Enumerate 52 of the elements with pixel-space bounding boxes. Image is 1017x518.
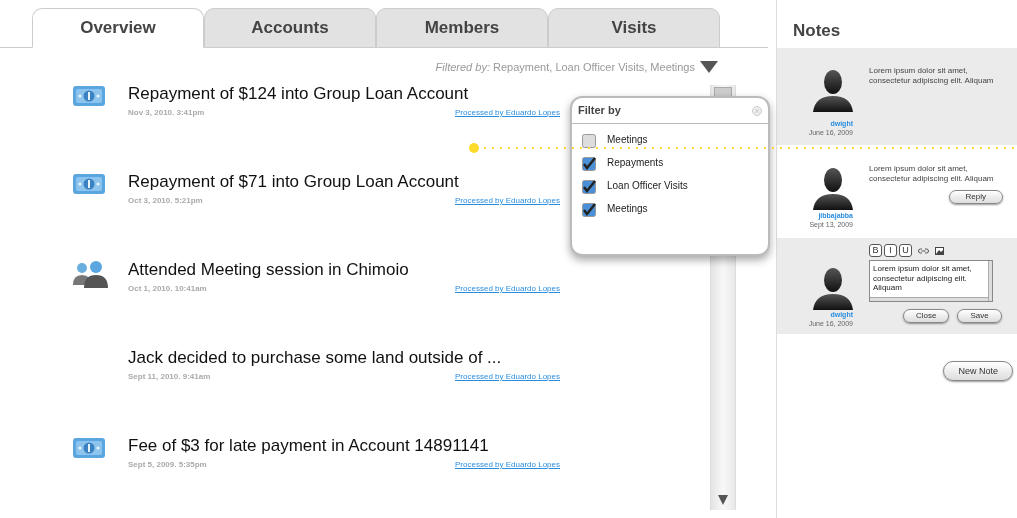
note-action-button[interactable]: Close (903, 309, 950, 323)
activity-date: Nov 3, 2010. 3:41pm (128, 107, 205, 119)
format-button[interactable]: B (869, 244, 882, 257)
popup-title: Filter by (578, 103, 621, 119)
banknote-icon (72, 173, 106, 195)
processed-by-link[interactable]: Processed by Eduardo Lopes (455, 195, 560, 207)
processed-by-link[interactable]: Processed by Eduardo Lopes (455, 107, 560, 119)
processed-by-link[interactable]: Processed by Eduardo Lopes (455, 283, 560, 295)
person-silhouette-icon (813, 266, 853, 310)
filter-checkbox[interactable] (582, 203, 596, 217)
link-icon[interactable] (918, 247, 929, 254)
activity-date: Sept 5, 2009. 5:35pm (128, 459, 207, 471)
filter-dropdown-icon[interactable] (700, 61, 718, 73)
reply-button[interactable]: Reply (948, 190, 1003, 204)
processed-by-link[interactable]: Processed by Eduardo Lopes (455, 459, 560, 471)
activity-title: Repayment of $71 into Group Loan Account (128, 171, 460, 193)
tab[interactable]: Accounts (204, 8, 376, 48)
tab[interactable]: Visits (548, 8, 720, 48)
filter-option-label[interactable]: Meetings (607, 200, 648, 216)
note-text: Lorem ipsum dolor sit amet, consectetur adipiscing elit. Aliquam (869, 66, 995, 86)
activity-title: Jack decided to purchase some land outside of ... (128, 347, 503, 369)
activity-date: Sept 11, 2010. 9:41am (128, 371, 211, 383)
activity-title: Repayment of $124 into Group Loan Account (128, 83, 470, 105)
note-textarea[interactable]: Lorem ipsum dolor sit amet, consectetur adipiscing elit. Aliquam (869, 260, 993, 302)
new-note-button[interactable]: New Note (943, 361, 1013, 381)
note-text: Lorem ipsum dolor sit amet, consectetur adipiscing elit. Aliquam (869, 164, 995, 184)
activity-title: Fee of $3 for late payment in Account 14891141 (128, 435, 490, 457)
banknote-icon (72, 85, 106, 107)
processed-by-link[interactable]: Processed by Eduardo Lopes (455, 371, 560, 383)
activity-title: Attended Meeting session in Chimoio (128, 259, 410, 281)
filter-summary: Filtered by: Repayment, Loan Officer Visits, Meetings (435, 59, 695, 75)
filter-option-label[interactable]: Repayments (607, 154, 664, 170)
tab[interactable]: Members (376, 8, 548, 48)
filter-option-label[interactable]: Meetings (607, 131, 648, 147)
note-action-button[interactable]: Save (957, 309, 1002, 323)
format-button[interactable]: I (884, 244, 897, 257)
activity-date: Oct 1, 2010. 10:41am (128, 283, 207, 295)
filter-checkbox[interactable] (582, 134, 596, 148)
filter-checkbox[interactable] (582, 180, 596, 194)
tab[interactable]: Overview (32, 8, 204, 48)
people-icon (72, 261, 108, 289)
person-silhouette-icon (813, 68, 853, 112)
format-button[interactable]: U (899, 244, 912, 257)
activity-date: Oct 3, 2010. 5:21pm (128, 195, 203, 207)
textarea-value: Lorem ipsum dolor sit amet, consectetur adipiscing elit. Aliquam (872, 263, 973, 294)
person-silhouette-icon (813, 166, 853, 210)
notes-title: Notes (792, 20, 842, 40)
image-icon[interactable] (935, 246, 944, 255)
banknote-icon (72, 437, 106, 459)
scroll-down-icon[interactable] (716, 494, 730, 506)
filter-checkbox[interactable] (582, 157, 596, 171)
filter-option-label[interactable]: Loan Officer Visits (607, 177, 688, 193)
